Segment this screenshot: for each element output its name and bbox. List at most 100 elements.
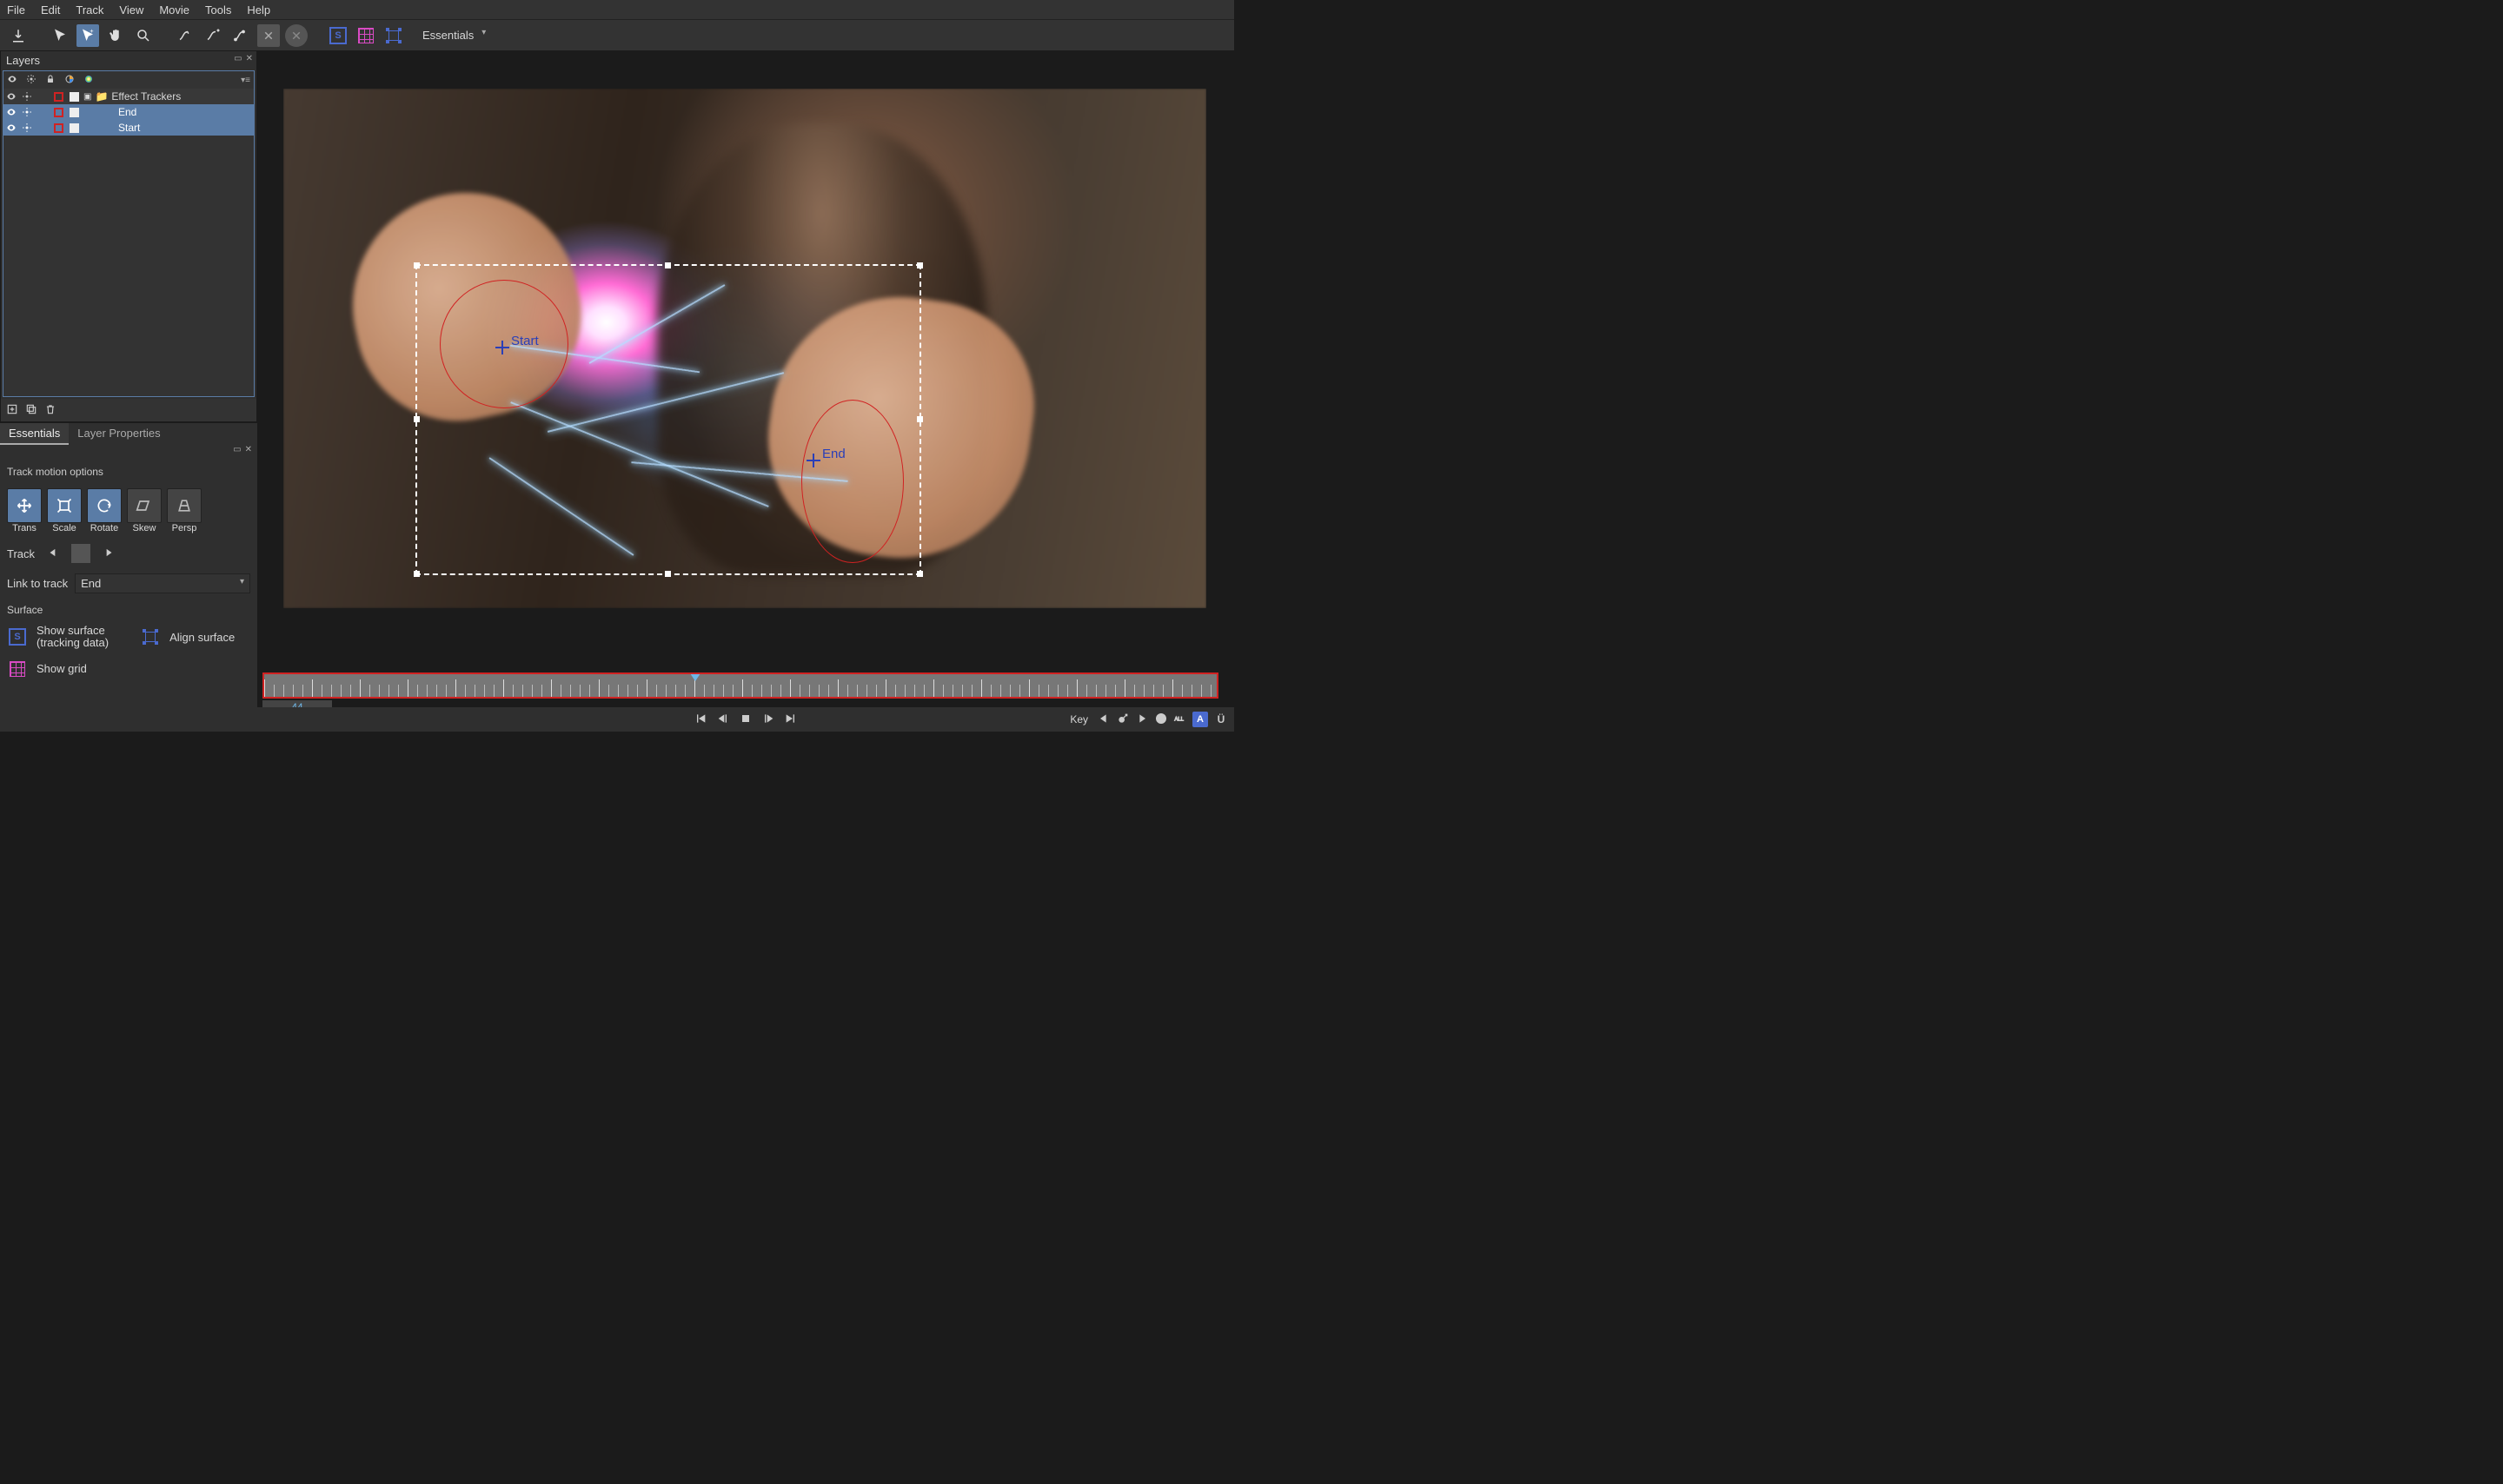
go-to-end-button[interactable] <box>784 712 798 728</box>
menu-file[interactable]: File <box>7 3 25 17</box>
process-toggle-icon[interactable] <box>19 91 35 102</box>
autokey-all-button[interactable]: ALL <box>1173 712 1187 728</box>
layer-group-row[interactable]: ▣ 📁 Effect Trackers <box>3 89 254 104</box>
visibility-toggle-icon[interactable] <box>3 107 19 117</box>
resize-handle[interactable] <box>665 571 671 577</box>
spline-color-swatch[interactable] <box>50 123 66 133</box>
surface-icon[interactable]: S <box>327 24 349 47</box>
process-toggle-icon[interactable] <box>19 123 35 133</box>
layer-row-end[interactable]: End <box>3 104 254 120</box>
timeline[interactable]: 44 <box>257 672 1234 707</box>
x-tool[interactable] <box>257 24 280 47</box>
grid-icon[interactable] <box>355 24 377 47</box>
add-key-button[interactable] <box>1116 712 1130 728</box>
playhead-icon[interactable] <box>688 672 702 681</box>
menu-tools[interactable]: Tools <box>205 3 231 17</box>
select-tool[interactable] <box>49 24 71 47</box>
align-icon[interactable] <box>382 24 405 47</box>
show-surface-sublabel: (tracking data) <box>37 637 109 649</box>
process-toggle-icon[interactable] <box>19 107 35 117</box>
show-surface-button[interactable]: S <box>7 626 28 647</box>
rotate-toggle[interactable] <box>87 488 122 523</box>
add-xspline-tool[interactable] <box>202 24 224 47</box>
tab-essentials[interactable]: Essentials <box>0 423 69 445</box>
matte-color-swatch[interactable] <box>66 92 82 102</box>
panel-minimize-icon[interactable]: ▭ <box>234 54 242 63</box>
link-to-track-label: Link to track <box>7 577 68 590</box>
bezier-tool[interactable] <box>229 24 252 47</box>
matte-color-column-icon[interactable] <box>83 74 94 87</box>
menu-track[interactable]: Track <box>76 3 103 17</box>
step-back-button[interactable] <box>716 712 730 728</box>
new-layer-icon[interactable] <box>6 403 18 418</box>
main-toolbar: + S Essentials <box>0 19 1234 50</box>
step-forward-button[interactable] <box>761 712 775 728</box>
autokey-toggle[interactable]: A <box>1192 712 1208 727</box>
resize-handle[interactable] <box>917 571 923 577</box>
add-select-tool[interactable]: + <box>76 24 99 47</box>
visibility-column-icon[interactable] <box>7 74 17 87</box>
import-icon[interactable] <box>7 24 30 47</box>
process-column-icon[interactable] <box>26 74 37 87</box>
zoom-tool[interactable] <box>132 24 155 47</box>
timeline-ruler[interactable] <box>262 672 1218 699</box>
show-grid-button[interactable] <box>7 659 28 679</box>
perspective-toggle[interactable] <box>167 488 202 523</box>
matte-color-swatch[interactable] <box>66 108 82 117</box>
folder-icon: 📁 <box>95 90 108 103</box>
menu-edit[interactable]: Edit <box>41 3 60 17</box>
link-to-track-dropdown[interactable]: End <box>75 573 250 593</box>
resize-handle[interactable] <box>917 262 923 268</box>
panel-minimize-icon[interactable]: ▭ <box>233 445 241 457</box>
resize-handle[interactable] <box>917 416 923 422</box>
panel-close-icon[interactable]: ✕ <box>246 54 253 63</box>
tracker-end-shape[interactable] <box>801 400 904 563</box>
visibility-toggle-icon[interactable] <box>3 123 19 133</box>
scale-toggle[interactable] <box>47 488 82 523</box>
delete-layer-icon[interactable] <box>44 403 56 418</box>
layer-row-start[interactable]: Start <box>3 120 254 136</box>
motion-label: Rotate <box>87 523 122 533</box>
delete-key-button[interactable] <box>1154 712 1168 728</box>
visibility-toggle-icon[interactable] <box>3 91 19 102</box>
tracker-start-center-icon[interactable] <box>495 341 509 354</box>
track-backward-button[interactable] <box>47 547 59 561</box>
track-motion-label: Track motion options <box>7 466 250 478</box>
menu-view[interactable]: View <box>119 3 143 17</box>
tab-layer-properties[interactable]: Layer Properties <box>69 423 169 445</box>
resize-handle[interactable] <box>414 416 420 422</box>
panel-close-icon[interactable]: ✕ <box>245 445 252 457</box>
xspline-tool[interactable] <box>174 24 196 47</box>
disabled-tool[interactable] <box>285 24 308 47</box>
workspace-dropdown[interactable]: Essentials <box>417 27 489 43</box>
collapse-icon[interactable]: ▣ <box>83 92 91 102</box>
skew-toggle[interactable] <box>127 488 162 523</box>
prev-key-button[interactable] <box>1097 712 1111 728</box>
viewer[interactable]: Start End 44 Key <box>257 50 1234 732</box>
matte-color-swatch[interactable] <box>66 123 82 133</box>
uberkey-toggle[interactable]: Ü <box>1213 712 1229 727</box>
resize-handle[interactable] <box>665 262 671 268</box>
stop-button[interactable] <box>739 712 753 728</box>
layers-menu-icon[interactable]: ▾≡ <box>241 76 250 85</box>
spline-color-column-icon[interactable] <box>64 74 75 87</box>
tracker-end-center-icon[interactable] <box>807 454 820 467</box>
lock-column-icon[interactable] <box>45 74 56 87</box>
hand-tool[interactable] <box>104 24 127 47</box>
next-key-button[interactable] <box>1135 712 1149 728</box>
spline-color-swatch[interactable] <box>50 108 66 117</box>
track-forward-button[interactable] <box>103 547 115 561</box>
options-tabs: Essentials Layer Properties <box>0 422 257 445</box>
menu-movie[interactable]: Movie <box>159 3 189 17</box>
duplicate-layer-icon[interactable] <box>25 403 37 418</box>
translation-toggle[interactable] <box>7 488 42 523</box>
resize-handle[interactable] <box>414 571 420 577</box>
track-stop-button[interactable] <box>71 544 90 563</box>
resize-handle[interactable] <box>414 262 420 268</box>
align-surface-button[interactable] <box>140 626 161 647</box>
transport-bar: Key ALL A Ü <box>257 707 1234 732</box>
menu-help[interactable]: Help <box>247 3 270 17</box>
spline-color-swatch[interactable] <box>50 92 66 102</box>
go-to-start-button[interactable] <box>694 712 707 728</box>
canvas[interactable]: Start End <box>283 89 1206 608</box>
